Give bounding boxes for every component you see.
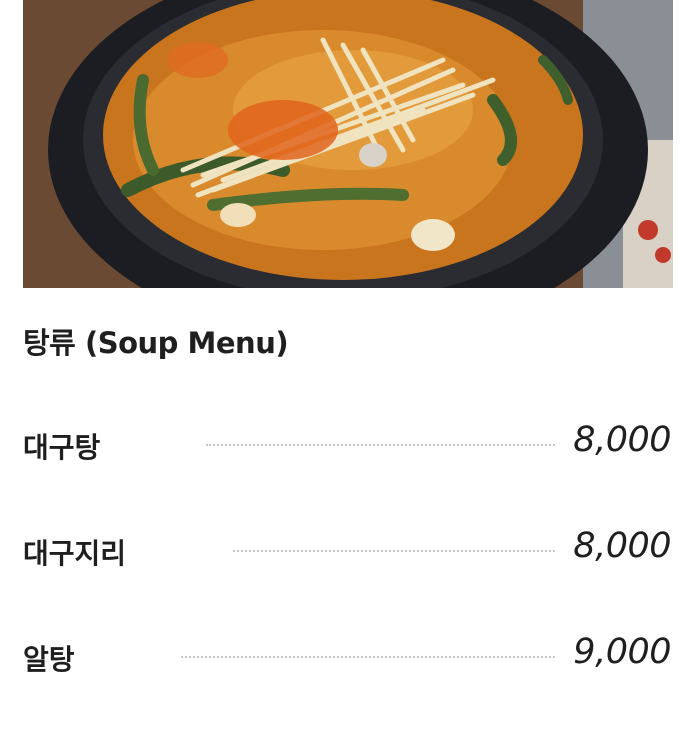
menu-item: 알탕 9,000 (23, 632, 671, 682)
menu-item: 대구탕 8,000 (23, 420, 671, 470)
menu-item-name: 알탕 (23, 643, 75, 676)
menu-item-name: 대구지리 (23, 537, 127, 570)
dotted-leader (206, 444, 555, 446)
menu-item-price: 8,000 (573, 420, 671, 460)
menu-item-price: 9,000 (573, 632, 671, 672)
menu-item: 대구지리 8,000 (23, 526, 671, 576)
dotted-leader (233, 550, 555, 552)
dotted-leader (181, 656, 555, 658)
menu-item-name: 대구탕 (23, 431, 101, 464)
soup-photo (23, 0, 673, 288)
menu-item-price: 8,000 (573, 526, 671, 566)
section-title: 탕류 (Soup Menu) (23, 326, 289, 360)
